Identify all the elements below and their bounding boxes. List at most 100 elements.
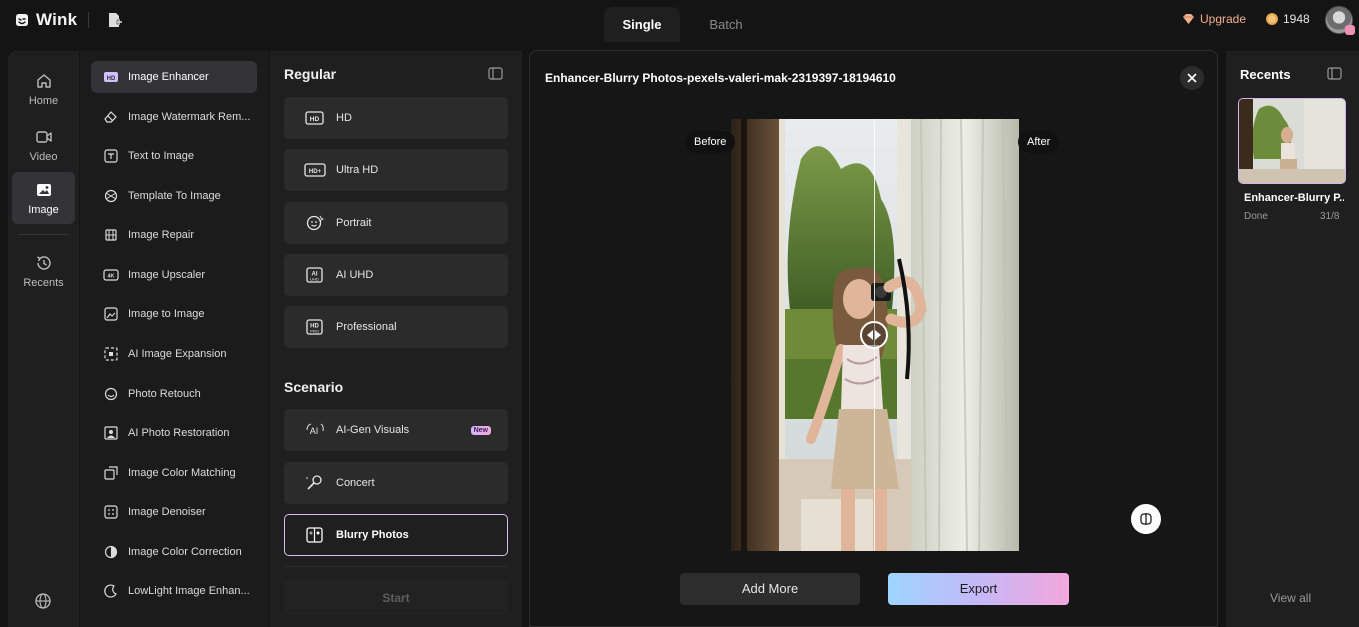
app-logo[interactable]: Wink: [14, 10, 77, 30]
svg-text:UHD: UHD: [310, 277, 319, 282]
option-professional[interactable]: HD PRO Professional: [284, 306, 508, 348]
tool-label: Image Repair: [128, 229, 195, 241]
tool-image-to-image[interactable]: Image to Image: [91, 298, 257, 330]
file-title: Enhancer-Blurry Photos-pexels-valeri-mak…: [545, 71, 896, 85]
tool-image-repair[interactable]: Image Repair: [91, 219, 257, 251]
hd-icon: HD: [104, 72, 118, 82]
add-more-button[interactable]: Add More: [680, 573, 860, 605]
nav-recents[interactable]: Recents: [12, 245, 75, 297]
arrow-left-icon: [867, 330, 873, 340]
option-label: HD: [336, 112, 352, 124]
tool-label: Photo Retouch: [128, 388, 201, 400]
tab-single[interactable]: Single: [604, 7, 680, 42]
comparison-slider-handle[interactable]: [860, 321, 888, 349]
export-button[interactable]: Export: [888, 573, 1069, 605]
retouch-icon: [104, 387, 118, 401]
arrow-right-icon: [875, 330, 881, 340]
collapse-panel-icon[interactable]: [1327, 67, 1342, 80]
option-label: Professional: [336, 321, 397, 333]
new-file-icon[interactable]: [105, 11, 123, 29]
tool-label: AI Image Expansion: [128, 348, 227, 360]
tool-ai-photo-restoration[interactable]: AI Photo Restoration: [91, 417, 257, 449]
divider: [284, 566, 508, 567]
svg-text:HD+: HD+: [309, 169, 322, 175]
option-hd[interactable]: HD HD: [284, 97, 508, 139]
option-ai-uhd[interactable]: AI UHD AI UHD: [284, 254, 508, 296]
close-button[interactable]: [1180, 66, 1204, 90]
view-all-link[interactable]: View all: [1270, 591, 1311, 605]
option-ultra-hd[interactable]: HD+ Ultra HD: [284, 149, 508, 191]
scenario-heading: Scenario: [284, 379, 344, 395]
concert-icon: [306, 475, 322, 490]
tool-image-color-matching[interactable]: Image Color Matching: [91, 457, 257, 489]
tool-photo-retouch[interactable]: Photo Retouch: [91, 378, 257, 410]
option-label: Ultra HD: [336, 164, 379, 176]
text-image-icon: [104, 149, 118, 163]
tool-watermark-remover[interactable]: Image Watermark Rem...: [91, 101, 257, 133]
option-portrait[interactable]: Portrait: [284, 202, 508, 244]
color-correction-icon: [104, 545, 118, 559]
tool-label: Template To Image: [128, 190, 221, 202]
4k-icon: 4K: [103, 269, 119, 281]
thumbnail-image: [1239, 99, 1345, 183]
svg-text:HD: HD: [107, 76, 116, 82]
recents-title: Recents: [1240, 67, 1291, 82]
coin-icon: [1266, 13, 1278, 25]
app-name: Wink: [36, 10, 78, 29]
tool-ai-image-expansion[interactable]: AI Image Expansion: [91, 338, 257, 370]
after-label: After: [1018, 131, 1060, 153]
tool-image-denoiser[interactable]: Image Denoiser: [91, 496, 257, 528]
tool-template-to-image[interactable]: Template To Image: [91, 180, 257, 212]
option-concert[interactable]: Concert: [284, 462, 508, 504]
close-icon: [1187, 73, 1197, 83]
tool-text-to-image[interactable]: Text to Image: [91, 140, 257, 172]
vip-badge-icon: [1345, 25, 1355, 35]
ai-uhd-icon: AIUHD: [306, 267, 323, 283]
svg-text:AI: AI: [310, 426, 319, 436]
nav-home[interactable]: Home: [12, 63, 75, 115]
upgrade-button[interactable]: Upgrade: [1182, 12, 1246, 26]
option-ai-gen-visuals[interactable]: AI AI-Gen Visuals New: [284, 409, 508, 451]
start-button[interactable]: Start: [284, 581, 508, 615]
repair-icon: [105, 229, 117, 241]
nav-rail: Home Video Image Recents: [8, 51, 79, 627]
tool-label: Image Denoiser: [128, 506, 206, 518]
globe-icon[interactable]: [34, 592, 52, 610]
hd-plus-icon: HD+: [304, 163, 326, 177]
recent-thumbnail[interactable]: [1238, 98, 1346, 184]
blurry-photo-icon: [306, 527, 323, 543]
svg-text:4K: 4K: [107, 274, 114, 280]
svg-text:PRO: PRO: [310, 329, 319, 334]
recent-item-date: 31/8: [1320, 211, 1340, 222]
tool-lowlight-enhancer[interactable]: LowLight Image Enhan...: [91, 575, 257, 607]
hd-pro-icon: HDPRO: [306, 319, 323, 335]
tool-label: AI Photo Restoration: [128, 427, 230, 439]
tab-batch[interactable]: Batch: [688, 7, 764, 42]
recent-item-status: Done: [1244, 211, 1268, 222]
tool-image-enhancer[interactable]: HD Image Enhancer: [91, 61, 257, 93]
option-label: Blurry Photos: [336, 529, 409, 541]
tool-label: Image Color Matching: [128, 467, 236, 479]
svg-text:HD: HD: [310, 116, 320, 123]
history-icon: [36, 255, 51, 270]
tool-image-color-correction[interactable]: Image Color Correction: [91, 536, 257, 568]
collapse-panel-icon[interactable]: [488, 67, 503, 80]
enhance-options-panel: Regular HD HD HD+ Ultra HD Portrait AI UH…: [270, 51, 522, 627]
tool-image-upscaler[interactable]: 4K Image Upscaler: [91, 259, 257, 291]
avatar[interactable]: [1325, 6, 1355, 35]
credits-counter[interactable]: 1948: [1266, 12, 1310, 26]
restoration-icon: [104, 426, 118, 440]
compare-button[interactable]: [1131, 504, 1161, 534]
template-icon: [104, 189, 118, 203]
divider: [88, 12, 89, 28]
tool-label: Image to Image: [128, 308, 205, 320]
tool-label: Image Watermark Rem...: [128, 111, 251, 123]
denoise-icon: [104, 505, 118, 519]
nav-image[interactable]: Image: [12, 172, 75, 224]
recent-item-name: Enhancer-Blurry P...: [1244, 192, 1344, 204]
option-blurry-photos[interactable]: Blurry Photos: [284, 514, 508, 556]
option-label: AI UHD: [336, 269, 374, 281]
tool-label: Image Enhancer: [128, 71, 209, 83]
nav-label: Image: [28, 203, 59, 216]
nav-video[interactable]: Video: [12, 119, 75, 171]
